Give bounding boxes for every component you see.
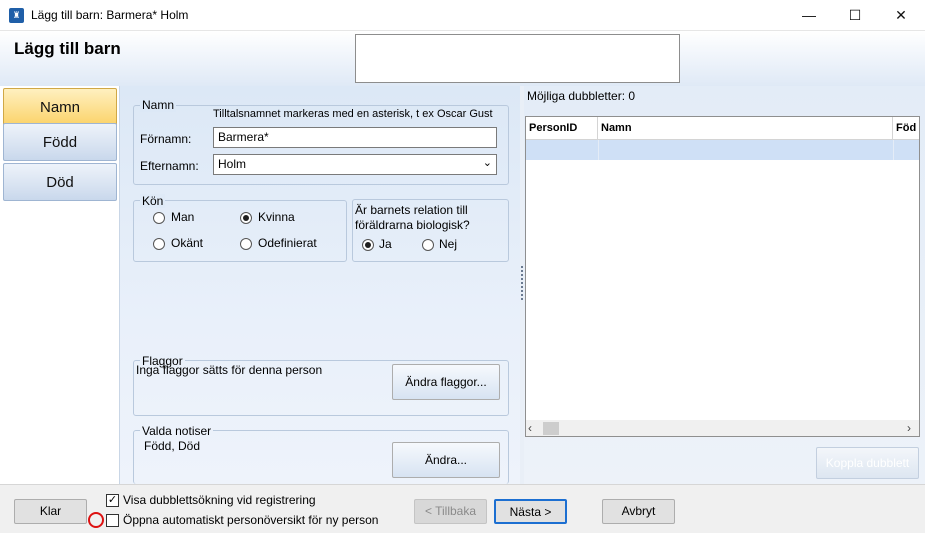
radio-kvinna-label: Kvinna bbox=[258, 210, 295, 224]
table-row[interactable] bbox=[526, 140, 919, 160]
radio-ja[interactable] bbox=[362, 239, 374, 251]
maximize-button[interactable]: ☐ bbox=[832, 0, 878, 31]
namn-legend: Namn bbox=[140, 98, 177, 112]
scrollbar-thumb[interactable] bbox=[543, 422, 559, 435]
klar-button[interactable]: Klar bbox=[14, 499, 87, 524]
radio-okant-label: Okänt bbox=[171, 236, 204, 250]
column-header-personid[interactable]: PersonID bbox=[526, 117, 598, 139]
efternamn-select[interactable]: Holm ⌄ bbox=[213, 154, 497, 175]
show-duplicates-checkbox[interactable]: ✓ bbox=[106, 494, 119, 507]
header-image-box bbox=[355, 34, 680, 83]
andra-notiser-button[interactable]: Ändra... bbox=[392, 442, 500, 478]
radio-odefinierat[interactable] bbox=[240, 238, 252, 250]
next-button[interactable]: Nästa > bbox=[494, 499, 567, 524]
nav-item-dod[interactable]: Död bbox=[3, 163, 117, 201]
minimize-button[interactable]: — bbox=[786, 0, 832, 31]
page-title: Lägg till barn bbox=[14, 39, 121, 58]
column-header-namn[interactable]: Namn bbox=[598, 117, 893, 139]
radio-nej[interactable] bbox=[422, 239, 434, 251]
show-duplicates-label: Visa dubblettsökning vid registrering bbox=[123, 493, 316, 507]
chevron-down-icon: ⌄ bbox=[482, 157, 492, 169]
horizontal-scrollbar[interactable]: ‹ › bbox=[526, 420, 919, 436]
kon-group bbox=[133, 200, 347, 262]
fornamn-label: Förnamn: bbox=[140, 132, 192, 146]
right-panel: Möjliga dubbletter: 0 PersonID Namn Föd … bbox=[524, 86, 925, 484]
koppla-dubblett-button: Koppla dubblett bbox=[816, 447, 919, 479]
cell-divider bbox=[598, 140, 599, 160]
center-panel: Namn Tilltalsnamnet markeras med en aste… bbox=[120, 86, 520, 484]
back-button: < Tillbaka bbox=[414, 499, 487, 524]
open-overview-label: Öppna automatiskt personöversikt för ny … bbox=[123, 513, 379, 527]
andra-flaggor-button[interactable]: Ändra flaggor... bbox=[392, 364, 500, 400]
fornamn-input[interactable]: Barmera* bbox=[213, 127, 497, 148]
open-overview-checkbox[interactable] bbox=[106, 514, 119, 527]
left-nav: Namn Född Död bbox=[0, 86, 120, 484]
nav-item-namn[interactable]: Namn bbox=[3, 88, 117, 126]
header: Lägg till barn bbox=[0, 31, 925, 86]
relation-question: Är barnets relation till föräldrarna bio… bbox=[355, 203, 470, 232]
duplicates-grid[interactable]: PersonID Namn Föd ‹ › bbox=[525, 116, 920, 437]
notiser-legend: Valda notiser bbox=[140, 424, 214, 438]
cursor-highlight-circle bbox=[88, 512, 104, 528]
grip-icon bbox=[521, 266, 523, 300]
efternamn-label: Efternamn: bbox=[140, 159, 199, 173]
scroll-right-icon[interactable]: › bbox=[907, 421, 919, 436]
radio-odefinierat-label: Odefinierat bbox=[258, 236, 317, 250]
namn-hint: Tilltalsnamnet markeras med en asterisk,… bbox=[213, 108, 493, 120]
duplicates-count: Möjliga dubbletter: 0 bbox=[527, 89, 636, 103]
efternamn-value: Holm bbox=[218, 157, 247, 171]
radio-man[interactable] bbox=[153, 212, 165, 224]
column-header-fodd[interactable]: Föd bbox=[893, 117, 919, 139]
notiser-text: Född, Död bbox=[144, 439, 201, 453]
scroll-left-icon[interactable]: ‹ bbox=[528, 421, 540, 436]
close-button[interactable]: ✕ bbox=[878, 0, 924, 31]
radio-man-label: Man bbox=[171, 210, 195, 224]
radio-nej-label: Nej bbox=[439, 237, 458, 251]
window-title: Lägg till barn: Barmera* Holm bbox=[31, 8, 189, 22]
bottom-bar: Klar ✓ Visa dubblettsökning vid registre… bbox=[0, 484, 925, 533]
cell-divider bbox=[893, 140, 894, 160]
nav-item-fodd[interactable]: Född bbox=[3, 123, 117, 161]
radio-ja-label: Ja bbox=[379, 237, 392, 251]
radio-okant[interactable] bbox=[153, 238, 165, 250]
radio-kvinna[interactable] bbox=[240, 212, 252, 224]
flaggor-text: Inga flaggor sätts för denna person bbox=[136, 363, 323, 377]
title-bar: ♜ Lägg till barn: Barmera* Holm — ☐ ✕ bbox=[0, 0, 925, 31]
tree-icon: ♜ bbox=[9, 8, 24, 23]
cancel-button[interactable]: Avbryt bbox=[602, 499, 675, 524]
kon-legend: Kön bbox=[140, 194, 166, 208]
